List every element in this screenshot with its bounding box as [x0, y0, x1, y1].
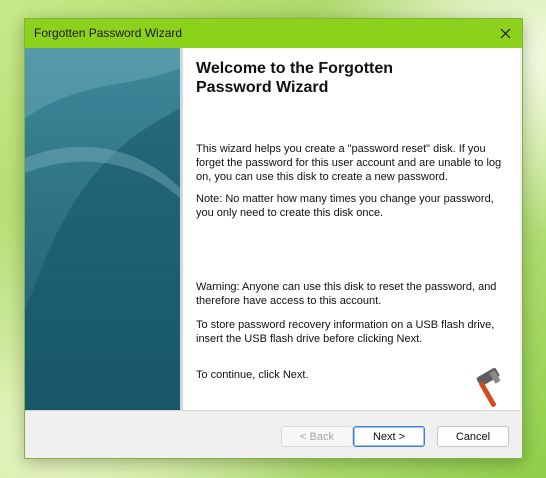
banner-divider — [180, 48, 183, 410]
button-bar: < Back Next > Cancel — [25, 411, 520, 457]
close-button[interactable] — [488, 19, 522, 48]
window-title: Forgotten Password Wizard — [34, 26, 183, 40]
usb-info-text: To store password recovery information o… — [196, 319, 495, 345]
wizard-content: Welcome to the Forgotten Password Wizard… — [25, 48, 520, 411]
close-icon — [500, 28, 510, 39]
hammer-logo-icon — [476, 368, 501, 407]
cancel-button[interactable]: Cancel — [437, 426, 509, 447]
warning-text: Warning: Anyone can use this disk to res… — [196, 281, 497, 307]
wizard-side-banner — [25, 48, 180, 410]
next-button[interactable]: Next > — [353, 426, 425, 447]
title-bar[interactable]: Forgotten Password Wizard — [25, 19, 522, 48]
note-text: Note: No matter how many times you chang… — [196, 193, 494, 219]
banner-graphic — [25, 48, 180, 410]
page-heading: Welcome to the Forgotten Password Wizard — [196, 60, 394, 96]
wizard-window: Forgotten Password Wizard Welcome to the… — [24, 18, 523, 459]
back-button[interactable]: < Back — [281, 426, 353, 447]
continue-text: To continue, click Next. — [196, 369, 309, 381]
intro-text: This wizard helps you create a "password… — [196, 143, 502, 183]
